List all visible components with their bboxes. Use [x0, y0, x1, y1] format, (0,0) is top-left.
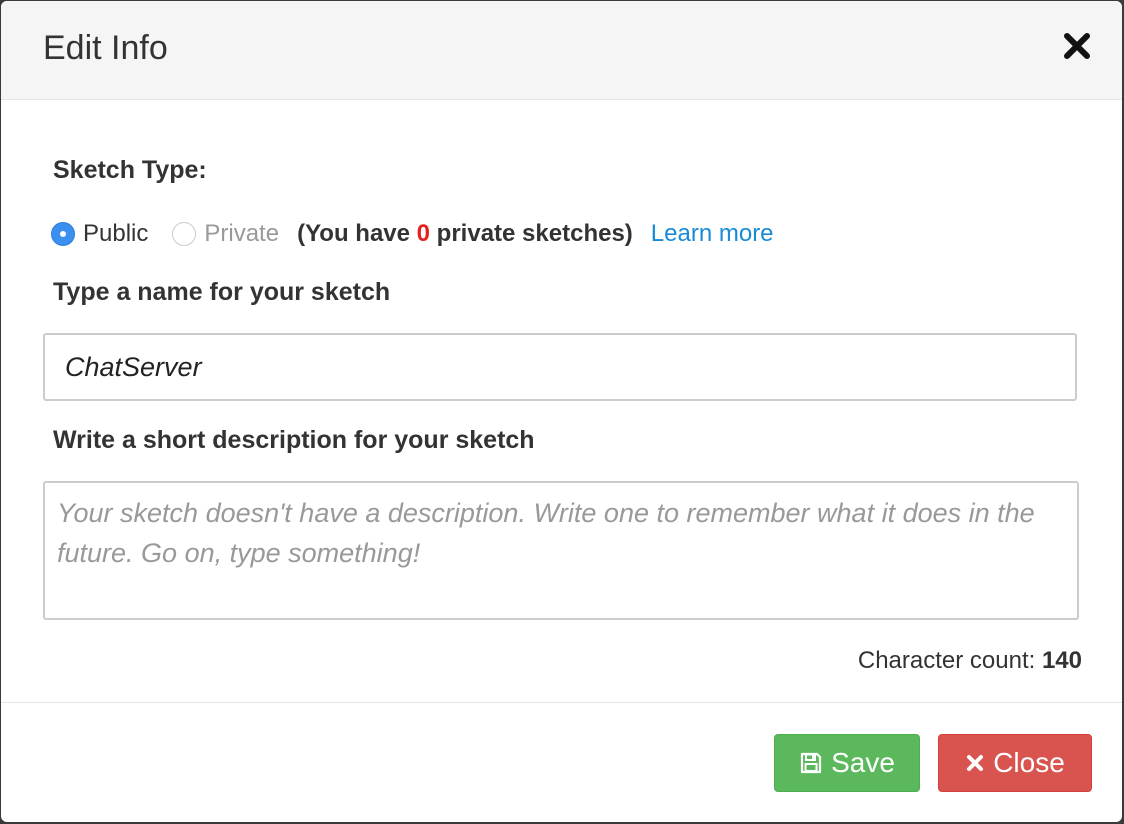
private-radio[interactable] — [172, 222, 197, 246]
save-button-label: Save — [831, 747, 895, 778]
private-note-suffix: private sketches) — [430, 220, 633, 247]
sketch-type-label: Sketch Type: — [53, 156, 207, 184]
description-label: Write a short description for your sketc… — [53, 426, 535, 454]
private-radio-label[interactable]: Private — [204, 220, 279, 248]
private-count: 0 — [416, 220, 431, 247]
private-sketch-note: (You have 0 private sketches) — [297, 220, 633, 248]
name-label: Type a name for your sketch — [53, 278, 391, 306]
floppy-disk-icon — [800, 752, 822, 774]
close-button-label: Close — [993, 747, 1065, 778]
modal-header: Edit Info — [1, 1, 1122, 100]
character-count: Character count: 140 — [858, 647, 1082, 675]
learn-more-link[interactable]: Learn more — [651, 220, 774, 248]
character-count-label: Character count: — [857, 647, 1042, 674]
modal-title: Edit Info — [43, 29, 168, 67]
private-note-prefix: (You have — [297, 220, 417, 247]
sketch-description-textarea[interactable] — [43, 481, 1079, 620]
modal-footer: Save Close — [1, 702, 1122, 822]
sketch-type-radio-group: Public Private (You have 0 private sketc… — [51, 218, 774, 250]
close-icon — [967, 755, 984, 771]
edit-info-modal: Edit Info Sketch Type: Public Private (Y… — [1, 1, 1122, 822]
close-button[interactable]: Close — [938, 734, 1092, 792]
sketch-name-input[interactable] — [43, 333, 1077, 401]
close-x-icon[interactable] — [1062, 31, 1092, 61]
public-radio[interactable] — [51, 222, 75, 246]
save-button[interactable]: Save — [774, 734, 920, 792]
public-radio-label[interactable]: Public — [83, 220, 148, 248]
character-count-value: 140 — [1041, 647, 1082, 674]
